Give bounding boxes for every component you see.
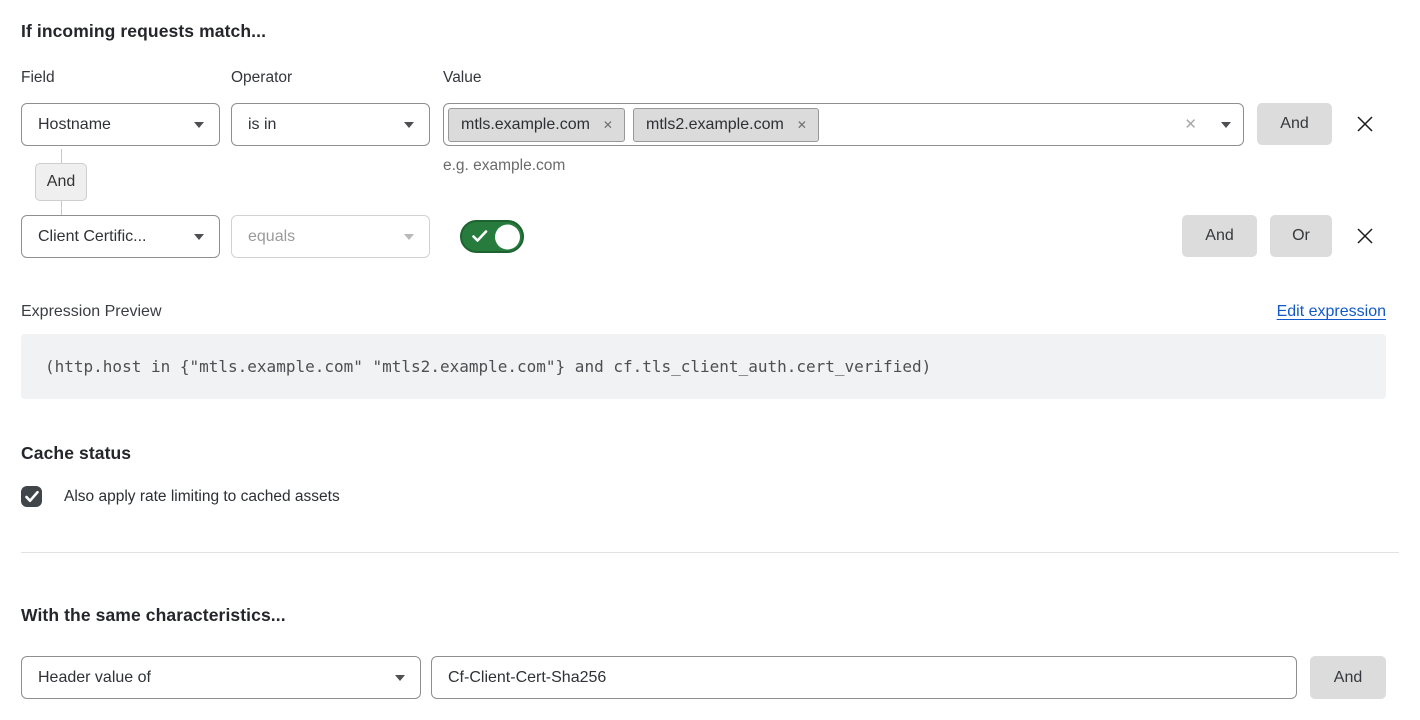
value-multiselect[interactable]: mtls.example.com ✕ mtls2.example.com ✕ ✕ bbox=[443, 103, 1244, 146]
chevron-down-icon bbox=[404, 234, 414, 240]
match-section-title: If incoming requests match... bbox=[21, 21, 1386, 42]
clear-values-icon[interactable]: ✕ bbox=[1184, 117, 1197, 132]
toggle-knob bbox=[495, 224, 520, 249]
field-select[interactable]: Hostname bbox=[21, 103, 220, 146]
operator-select-disabled: equals bbox=[231, 215, 430, 258]
field-select-value: Hostname bbox=[38, 116, 111, 134]
row-connector: And bbox=[35, 163, 87, 201]
rule-builder: If incoming requests match... Field Oper… bbox=[0, 0, 1420, 699]
chevron-down-icon bbox=[395, 675, 405, 681]
operator-label: Operator bbox=[231, 69, 443, 87]
section-divider bbox=[21, 552, 1399, 553]
value-column: mtls.example.com ✕ mtls2.example.com ✕ ✕… bbox=[443, 103, 1244, 175]
add-and-condition-button[interactable]: And bbox=[1182, 215, 1257, 257]
value-tag-text: mtls.example.com bbox=[461, 116, 590, 134]
characteristic-select-value: Header value of bbox=[38, 669, 151, 687]
criteria-row-2: Client Certific... equals And Or bbox=[21, 215, 1386, 258]
chevron-down-icon bbox=[404, 122, 414, 128]
expression-preview-header: Expression Preview Edit expression bbox=[21, 303, 1386, 321]
cache-status-title: Cache status bbox=[21, 443, 1386, 464]
expression-code: (http.host in {"mtls.example.com" "mtls2… bbox=[21, 334, 1386, 399]
edit-expression-link[interactable]: Edit expression bbox=[1277, 303, 1386, 321]
close-icon bbox=[1355, 226, 1375, 246]
check-icon bbox=[472, 230, 488, 243]
value-tag: mtls.example.com ✕ bbox=[448, 108, 625, 142]
expression-preview-label: Expression Preview bbox=[21, 303, 162, 321]
add-characteristic-button[interactable]: And bbox=[1310, 656, 1386, 699]
value-tag-text: mtls2.example.com bbox=[646, 116, 784, 134]
operator-select-value: equals bbox=[248, 228, 295, 246]
operator-select[interactable]: is in bbox=[231, 103, 430, 146]
delete-row-button[interactable] bbox=[1355, 103, 1375, 145]
characteristics-title: With the same characteristics... bbox=[21, 605, 1386, 626]
operator-select-value: is in bbox=[248, 116, 276, 134]
add-or-condition-button[interactable]: Or bbox=[1270, 215, 1332, 257]
remove-tag-icon[interactable]: ✕ bbox=[603, 119, 613, 131]
cert-verified-toggle[interactable] bbox=[460, 220, 524, 253]
characteristics-row: Header value of And bbox=[21, 656, 1386, 699]
add-and-condition-button[interactable]: And bbox=[1257, 103, 1332, 145]
field-select[interactable]: Client Certific... bbox=[21, 215, 220, 258]
remove-tag-icon[interactable]: ✕ bbox=[797, 119, 807, 131]
cache-checkbox-row: Also apply rate limiting to cached asset… bbox=[21, 486, 1386, 507]
field-select-value: Client Certific... bbox=[38, 228, 146, 246]
cached-assets-checkbox[interactable] bbox=[21, 486, 42, 507]
connector-and-button[interactable]: And bbox=[35, 163, 87, 201]
cached-assets-checkbox-label: Also apply rate limiting to cached asset… bbox=[64, 488, 340, 506]
delete-row-button[interactable] bbox=[1355, 215, 1375, 257]
characteristic-select[interactable]: Header value of bbox=[21, 656, 421, 699]
header-name-input[interactable] bbox=[431, 656, 1297, 699]
criteria-row-1: Hostname is in mtls.example.com ✕ mtls2.… bbox=[21, 103, 1386, 175]
chevron-down-icon[interactable] bbox=[1221, 122, 1231, 128]
field-label: Field bbox=[21, 69, 231, 87]
check-icon bbox=[25, 491, 39, 503]
chevron-down-icon bbox=[194, 234, 204, 240]
close-icon bbox=[1355, 114, 1375, 134]
chevron-down-icon bbox=[194, 122, 204, 128]
value-tag: mtls2.example.com ✕ bbox=[633, 108, 819, 142]
value-tags: mtls.example.com ✕ mtls2.example.com ✕ bbox=[448, 108, 1184, 142]
value-label: Value bbox=[443, 69, 1386, 87]
value-helper-text: e.g. example.com bbox=[443, 157, 1244, 175]
criteria-column-labels: Field Operator Value bbox=[21, 69, 1386, 87]
